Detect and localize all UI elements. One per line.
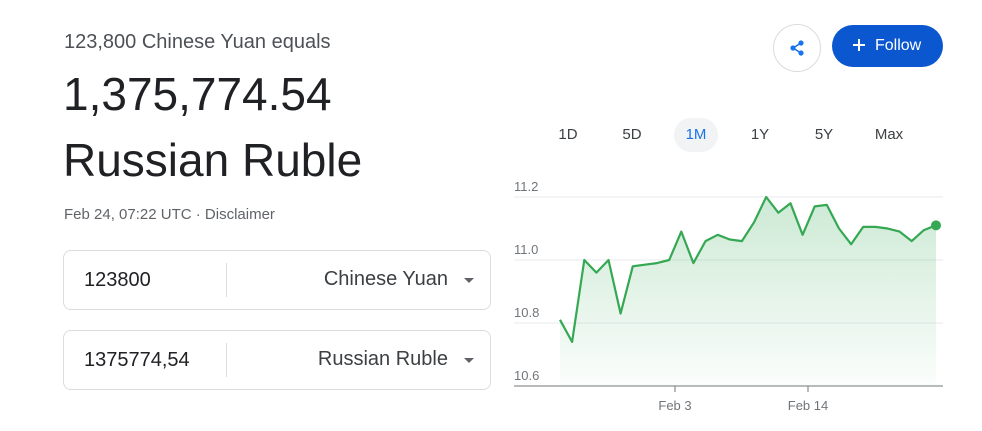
y-tick-label: 10.8 xyxy=(514,305,539,320)
y-tick-label: 10.6 xyxy=(514,368,539,383)
exchange-rate-chart: 11.2 11.0 10.8 10.6 Feb 3 Feb 14 xyxy=(514,179,943,413)
y-tick-label: 11.0 xyxy=(514,242,538,257)
y-tick-label: 11.2 xyxy=(514,179,538,194)
x-tick-label: Feb 14 xyxy=(788,398,828,413)
current-value-dot xyxy=(931,220,941,231)
x-tick-label: Feb 3 xyxy=(658,398,691,413)
